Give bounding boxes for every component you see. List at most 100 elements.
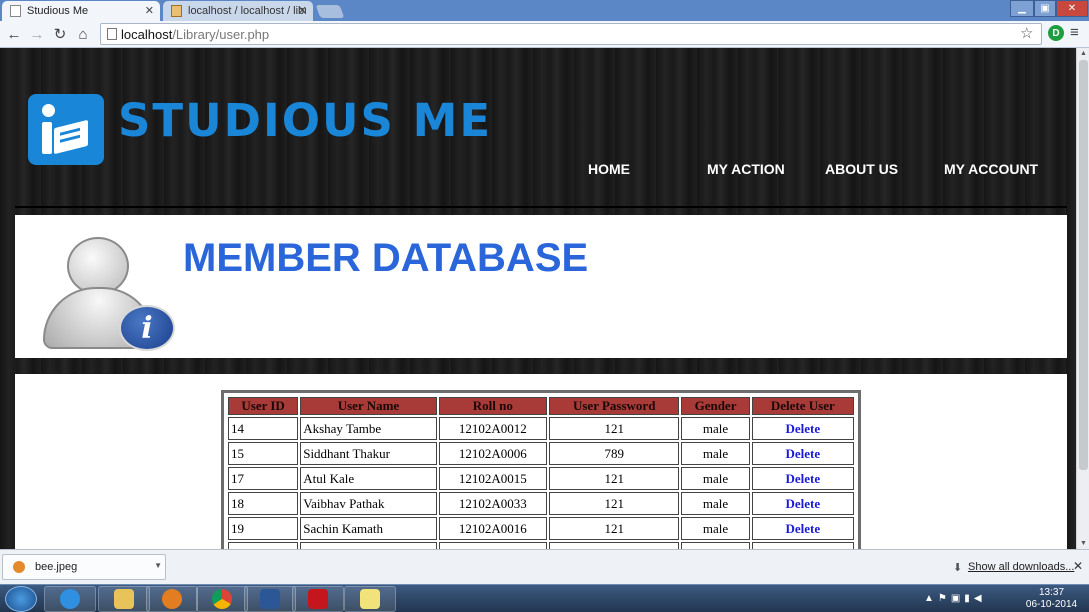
vertical-scrollbar[interactable]: ▲ ▼ xyxy=(1076,48,1089,549)
page-viewport: STUDIOUS ME HOME MY ACTION ABOUT US MY A… xyxy=(0,48,1076,549)
tab-studious-me[interactable]: Studious Me ✕ xyxy=(2,1,160,21)
phpmyadmin-icon xyxy=(171,5,182,17)
nav-my-account[interactable]: MY ACCOUNT xyxy=(944,161,1038,177)
cell-password: 121 xyxy=(549,492,680,515)
taskbar-word[interactable] xyxy=(244,586,296,612)
page-title: MEMBER DATABASE xyxy=(183,236,589,280)
column-header-user-id: User ID xyxy=(228,397,299,415)
forward-arrow-icon[interactable]: → xyxy=(27,24,47,44)
bookmark-star-icon[interactable]: ☆ xyxy=(1020,24,1033,42)
new-tab-button[interactable] xyxy=(315,5,345,18)
taskbar-media-player[interactable] xyxy=(146,586,198,612)
home-icon[interactable]: ⌂ xyxy=(73,24,93,44)
extension-icon[interactable]: D xyxy=(1048,25,1064,41)
delete-user-link[interactable]: Delete xyxy=(751,492,854,515)
url-host: localhost xyxy=(121,26,173,42)
nav-about-us[interactable]: ABOUT US xyxy=(825,161,898,177)
scroll-down-icon[interactable]: ▼ xyxy=(1080,540,1087,547)
delete-user-link[interactable]: Delete xyxy=(751,442,854,465)
sticky-notes-icon xyxy=(360,589,380,609)
menu-icon[interactable]: ≡ xyxy=(1070,24,1079,41)
cell-roll-no: 12102A0006 xyxy=(438,442,547,465)
member-table: User ID User Name Roll no User Password … xyxy=(226,395,856,549)
reload-icon[interactable]: ↻ xyxy=(50,24,70,44)
cell-password: 121 xyxy=(549,467,680,490)
delete-user-link[interactable]: Delete xyxy=(751,467,854,490)
delete-user-link[interactable]: Delete xyxy=(751,417,854,440)
image-file-icon xyxy=(13,561,25,573)
close-window-button[interactable]: ✕ xyxy=(1056,0,1088,17)
download-item[interactable]: bee.jpeg ▼ xyxy=(2,554,166,580)
cell-password: 121 xyxy=(549,517,680,540)
minimize-button[interactable]: ▁ xyxy=(1010,0,1034,17)
user-info-icon: i xyxy=(37,235,179,355)
clock-time: 13:37 xyxy=(1038,587,1065,598)
delete-user-link[interactable]: Delete xyxy=(751,517,854,540)
table-row xyxy=(228,542,854,549)
start-button[interactable] xyxy=(5,586,37,612)
cell-gender: male xyxy=(681,467,750,490)
clock-date: 06-10-2014 xyxy=(1025,599,1078,610)
column-header-password: User Password xyxy=(549,397,680,415)
taskbar-explorer[interactable] xyxy=(98,586,150,612)
header-divider xyxy=(15,206,1067,208)
chrome-icon xyxy=(212,589,232,609)
page-banner: i MEMBER DATABASE xyxy=(15,215,1067,358)
page-icon xyxy=(107,28,117,40)
taskbar-notes[interactable] xyxy=(344,586,396,612)
media-player-icon xyxy=(162,589,182,609)
tab-label: Studious Me xyxy=(27,5,89,17)
cell-gender: male xyxy=(681,417,750,440)
taskbar-ie[interactable] xyxy=(44,586,96,612)
cell-user-id: 18 xyxy=(228,492,299,515)
screen: Studious Me ✕ localhost / localhost / li… xyxy=(0,0,1089,612)
url-path: /Library/user.php xyxy=(172,26,270,42)
folder-icon xyxy=(114,589,134,609)
tab-phpmyadmin[interactable]: localhost / localhost / libr ✕ xyxy=(163,1,313,21)
browser-toolbar: ← → ↻ ⌂ localhost/Library/user.php ☆ D ≡ xyxy=(0,21,1089,48)
logo-icon[interactable] xyxy=(28,94,104,165)
taskbar-chrome[interactable] xyxy=(196,586,248,612)
scrollbar-thumb[interactable] xyxy=(1079,60,1088,470)
cell-user-name: Siddhant Thakur xyxy=(300,442,437,465)
table-row: 14 Akshay Tambe 12102A0012 121 male Dele… xyxy=(228,417,854,440)
column-header-user-name: User Name xyxy=(300,397,437,415)
cell-password: 121 xyxy=(549,417,680,440)
cell-user-id: 14 xyxy=(228,417,299,440)
close-icon[interactable]: ✕ xyxy=(1073,559,1083,573)
cell-user-id: 19 xyxy=(228,517,299,540)
cell-user-id: 15 xyxy=(228,442,299,465)
scroll-up-icon[interactable]: ▲ xyxy=(1080,50,1087,57)
member-table-wrapper: User ID User Name Roll no User Password … xyxy=(221,390,861,549)
nav-home[interactable]: HOME xyxy=(588,161,630,177)
cell-roll-no: 12102A0033 xyxy=(438,492,547,515)
tab-close-icon[interactable]: ✕ xyxy=(298,4,307,17)
site-brand[interactable]: STUDIOUS ME xyxy=(118,96,492,146)
tab-close-icon[interactable]: ✕ xyxy=(145,4,154,17)
nav-my-action[interactable]: MY ACTION xyxy=(707,161,785,177)
table-header-row: User ID User Name Roll no User Password … xyxy=(228,397,854,415)
cell-user-name: Sachin Kamath xyxy=(300,517,437,540)
taskbar-clock[interactable]: 13:37 06-10-2014 xyxy=(1024,587,1079,611)
cell-user-name: Vaibhav Pathak xyxy=(300,492,437,515)
tab-strip: Studious Me ✕ localhost / localhost / li… xyxy=(0,0,1089,21)
word-icon xyxy=(260,589,280,609)
address-bar[interactable]: localhost/Library/user.php xyxy=(100,23,1042,45)
chevron-down-icon[interactable]: ▼ xyxy=(154,561,162,570)
system-tray-icons[interactable]: ▲⚑▣▮◀ xyxy=(924,593,986,604)
downloads-bar: bee.jpeg ▼ ⬇ Show all downloads... ✕ xyxy=(0,549,1089,584)
cell-gender: male xyxy=(681,517,750,540)
cell-roll-no: 12102A0016 xyxy=(438,517,547,540)
cell-user-name: Atul Kale xyxy=(300,467,437,490)
cell-roll-no: 12102A0015 xyxy=(438,467,547,490)
back-arrow-icon[interactable]: ← xyxy=(4,24,24,44)
column-header-gender: Gender xyxy=(681,397,750,415)
maximize-button[interactable]: ▣ xyxy=(1034,0,1056,17)
acrobat-icon xyxy=(308,589,328,609)
table-row: 15 Siddhant Thakur 12102A0006 789 male D… xyxy=(228,442,854,465)
table-row: 17 Atul Kale 12102A0015 121 male Delete xyxy=(228,467,854,490)
page-icon xyxy=(10,5,21,17)
cell-gender: male xyxy=(681,442,750,465)
taskbar-acrobat[interactable] xyxy=(292,586,344,612)
show-all-downloads-link[interactable]: Show all downloads... xyxy=(968,561,1074,573)
